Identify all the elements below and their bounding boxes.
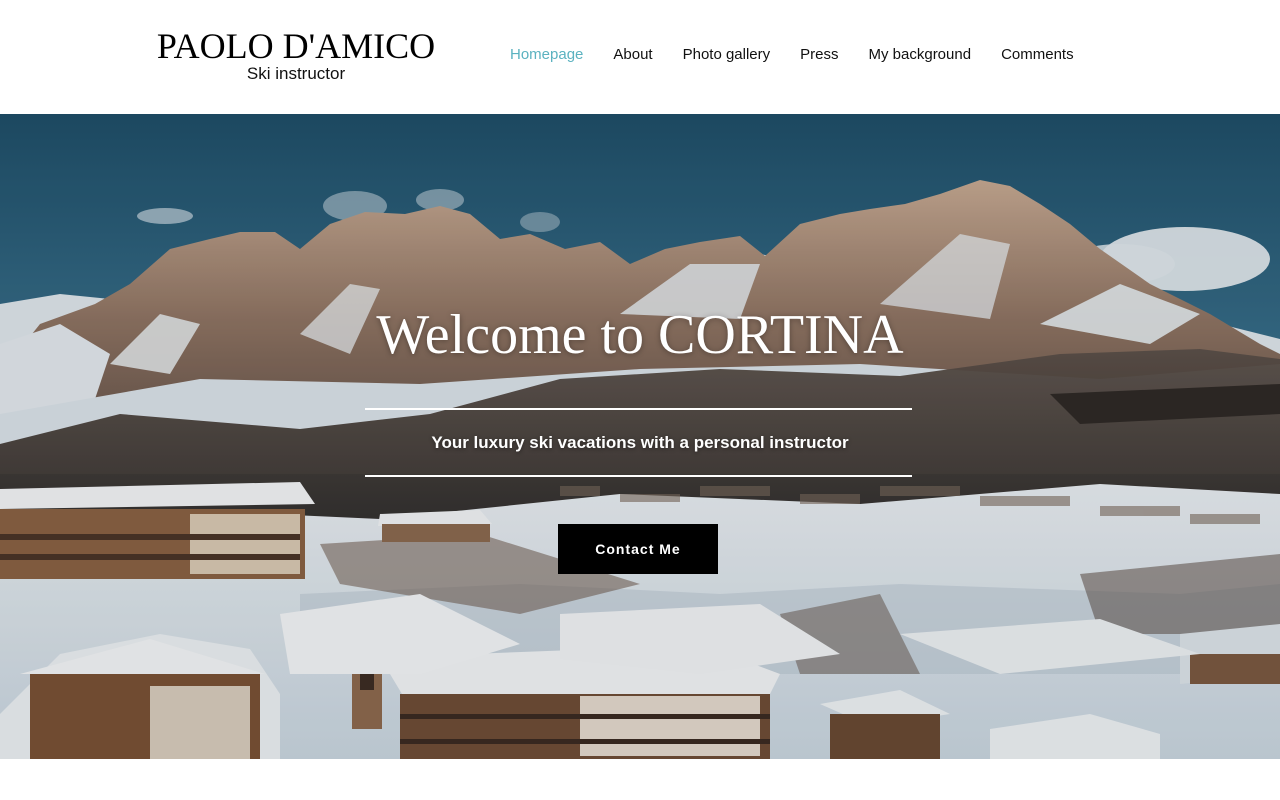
nav-item-homepage[interactable]: Homepage [510,44,583,66]
hero-section: Welcome to CORTINA Your luxury ski vacat… [0,114,1280,759]
page: PAOLO D'AMICO Ski instructor Homepage Ab… [0,0,1280,800]
hero-subtitle: Your luxury ski vacations with a persona… [431,433,849,452]
brand-logo[interactable]: PAOLO D'AMICO Ski instructor [140,26,452,84]
nav-item-my-background[interactable]: My background [869,44,972,66]
nav-item-press[interactable]: Press [800,44,838,66]
nav-item-comments[interactable]: Comments [1001,44,1074,66]
nav-list: Homepage About Photo gallery Press My ba… [510,44,1074,66]
site-header: PAOLO D'AMICO Ski instructor Homepage Ab… [0,0,1280,114]
nav-item-photo-gallery[interactable]: Photo gallery [683,44,771,66]
nav-item-about[interactable]: About [613,44,652,66]
hero-divider-top [365,408,912,410]
contact-me-button[interactable]: Contact Me [558,524,718,574]
brand-tagline: Ski instructor [246,64,346,83]
hero-divider-bottom [365,475,912,477]
page-bottom-strip [0,759,1280,800]
brand-name[interactable]: PAOLO D'AMICO [140,26,452,66]
hero-title: Welcome to CORTINA [376,304,904,366]
